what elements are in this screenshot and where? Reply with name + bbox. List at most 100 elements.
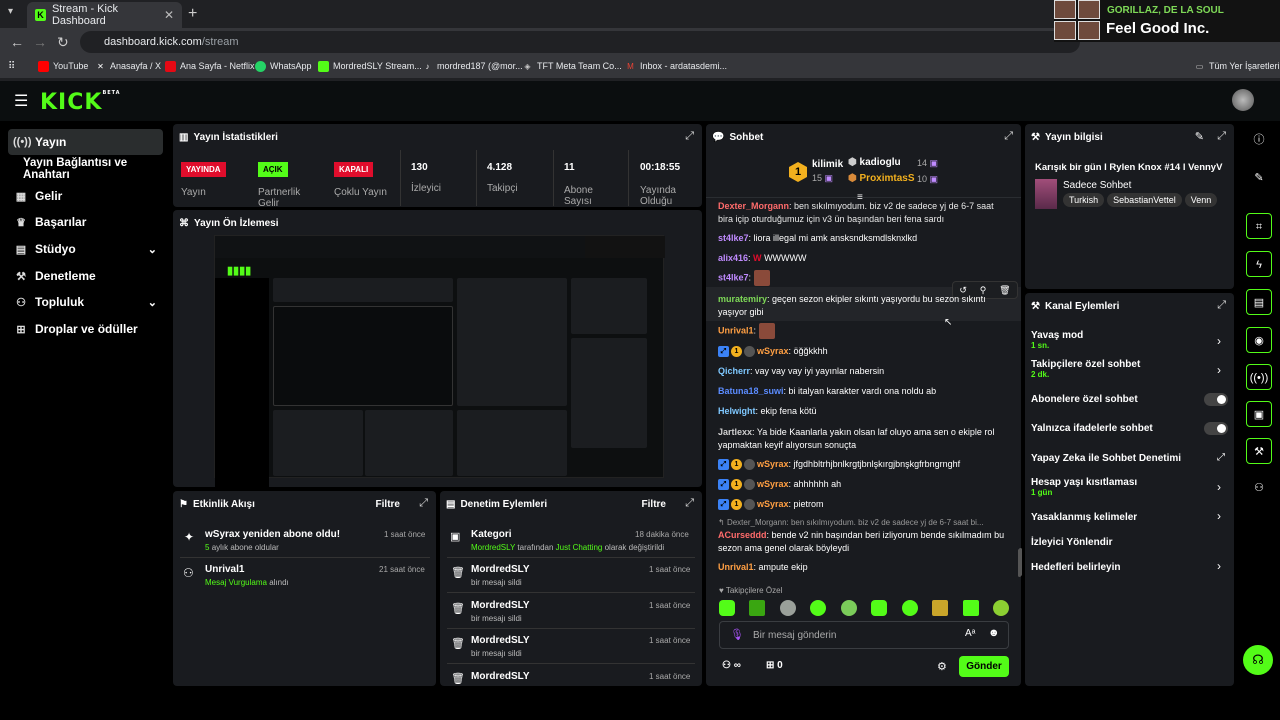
expand-icon[interactable]: ⤢ <box>685 497 694 510</box>
external-link-icon[interactable]: ⤢ <box>1217 452 1225 463</box>
forward-icon[interactable]: → <box>33 34 47 50</box>
bookmark-x[interactable]: ✕ Anasayfa / X <box>95 61 161 72</box>
wrench-icon[interactable]: ⚒ <box>1246 438 1272 464</box>
chat-username[interactable]: wSyrax <box>757 499 789 509</box>
community-icon[interactable]: ⚇ ∞ <box>722 660 741 671</box>
chevron-right-icon[interactable]: › <box>1217 363 1221 377</box>
browser-tab[interactable]: K Stream - Kick Dashboard ✕ <box>27 2 182 28</box>
action-followers-only[interactable]: Takipçilere özel sohbet 2 dk. <box>1031 359 1140 379</box>
emotes-only-toggle[interactable] <box>1204 422 1228 435</box>
gear-icon[interactable]: ⚙ <box>937 660 947 673</box>
tag[interactable]: SebastianVettel <box>1107 193 1182 207</box>
reload-icon[interactable]: ↻ <box>57 34 69 51</box>
emote-icon[interactable] <box>932 600 949 616</box>
sidebar-item-stream-key[interactable]: Yayın Bağlantısı ve Anahtarı <box>18 156 168 182</box>
edit-icon[interactable]: ✎ <box>1195 130 1204 143</box>
mod-tools-icon[interactable]: ▣ <box>1246 401 1272 427</box>
actions-scrollbar[interactable] <box>1019 548 1022 576</box>
action-banned-words[interactable]: Yasaklanmış kelimeler <box>1031 512 1137 523</box>
sidebar-item-topluluk[interactable]: ⚇ Topluluk ⌄ <box>8 289 163 315</box>
emote-icon[interactable] <box>719 600 735 616</box>
bookmark-youtube[interactable]: YouTube <box>38 61 88 73</box>
reply-preview[interactable]: ↰ Dexter_Morgann: ben sıkılmıyodum. biz … <box>718 518 1008 527</box>
action-account-age[interactable]: Hesap yaşı kısıtlaması 1 gün <box>1031 477 1137 497</box>
lightning-icon[interactable]: ϟ <box>1246 251 1272 277</box>
chat-username[interactable]: st4lke7 <box>718 233 749 243</box>
emote-icon[interactable] <box>749 600 766 616</box>
action-goals[interactable]: Hedefleri belirleyin <box>1031 562 1120 573</box>
chat-bubble-icon[interactable]: ◉ <box>1246 327 1272 353</box>
bookmarks-folder[interactable]: ▭ Tüm Yer İşaretleri <box>1194 61 1280 72</box>
expand-icon[interactable]: ⤢ <box>1217 299 1226 312</box>
chat-username[interactable]: Qicherr <box>718 366 750 376</box>
translate-icon[interactable]: Aᵃ <box>965 628 975 639</box>
sidebar-item-yayin[interactable]: ((•)) Yayın <box>8 129 163 155</box>
tab-search-icon[interactable]: ▾ <box>8 6 13 17</box>
chat-username[interactable]: Jartlexx <box>718 427 752 437</box>
url-field[interactable]: dashboard.kick.com/stream <box>80 31 1080 53</box>
back-icon[interactable]: ← <box>10 34 24 50</box>
chat-username[interactable]: Batuna18_suwi <box>718 386 784 396</box>
sidebar-item-studyo[interactable]: ▤ Stüdyo ⌄ <box>8 236 163 262</box>
close-tab-icon[interactable]: ✕ <box>164 8 174 22</box>
sidebar-item-droplar[interactable]: ⊞ Droplar ve ödüller <box>8 316 163 342</box>
chat-username[interactable]: wSyrax <box>757 459 789 469</box>
bookmark-mordredsly[interactable]: MordredSLY Stream... <box>318 61 422 73</box>
info-icon[interactable]: ⓘ <box>1246 127 1272 153</box>
emoji-icon[interactable]: ☻ <box>988 627 1000 639</box>
action-slow-mode[interactable]: Yavaş mod 1 sn. <box>1031 330 1083 350</box>
kick-logo[interactable]: KICKBETA <box>40 90 121 115</box>
microphone-icon[interactable]: 🎙 <box>730 628 744 641</box>
emote-icon[interactable] <box>992 600 1009 616</box>
gift-counter[interactable]: ⊞ 0 <box>766 660 783 671</box>
emote-icon[interactable] <box>871 600 888 616</box>
emote-icon[interactable] <box>840 600 857 616</box>
bookmark-tft[interactable]: ◈ TFT Meta Team Co... <box>522 61 621 72</box>
expand-icon[interactable]: ⤢ <box>1004 130 1013 143</box>
stream-preview-video[interactable]: ▮▮▮▮ <box>214 235 665 495</box>
clip-icon[interactable]: ⌗ <box>1246 213 1272 239</box>
expand-icon[interactable]: ⤢ <box>685 130 694 143</box>
bookmark-netflix[interactable]: Ana Sayfa - Netflix <box>165 61 255 73</box>
emote-icon[interactable] <box>810 600 827 616</box>
broadcast-icon[interactable]: ((•)) <box>1246 364 1272 390</box>
sidebar-item-denetleme[interactable]: ⚒ Denetleme <box>8 263 163 289</box>
tag[interactable]: Venn <box>1184 193 1218 207</box>
chat-username[interactable]: wSyrax <box>757 346 789 356</box>
emote-icon[interactable] <box>901 600 918 616</box>
chat-username[interactable]: Dexter_Morgann <box>718 201 789 211</box>
chat-input[interactable]: 🎙 Bir mesaj gönderin Aᵃ ☻ <box>719 621 1009 649</box>
expand-icon[interactable]: ⤢ <box>1217 130 1226 143</box>
chevron-right-icon[interactable]: › <box>1217 559 1221 573</box>
document-icon[interactable]: ▤ <box>1246 289 1272 315</box>
apps-grid-icon[interactable]: ⠿ <box>8 61 15 72</box>
sidebar-item-gelir[interactable]: ▦ Gelir <box>8 183 163 209</box>
avatar[interactable] <box>1232 89 1254 111</box>
support-icon[interactable]: ☊ <box>1243 645 1273 675</box>
chat-username[interactable]: Helwight <box>718 406 756 416</box>
moderation-filter-button[interactable]: Filtre <box>642 499 666 510</box>
category-name[interactable]: Sadece Sohbet <box>1063 180 1131 191</box>
chat-username[interactable]: Unrival1 <box>718 325 754 335</box>
edit-icon[interactable]: ✎ <box>1246 165 1272 191</box>
chevron-right-icon[interactable]: › <box>1217 480 1221 494</box>
activity-filter-button[interactable]: Filtre <box>376 499 400 510</box>
bookmark-whatsapp[interactable]: WhatsApp <box>255 61 312 73</box>
community-icon[interactable]: ⚇ <box>1246 475 1272 501</box>
chevron-right-icon[interactable]: › <box>1217 509 1221 523</box>
action-raid[interactable]: İzleyici Yönlendir <box>1031 537 1113 548</box>
action-ai-moderation[interactable]: Yapay Zeka ile Sohbet Denetimi <box>1031 453 1181 464</box>
subscribers-only-toggle[interactable] <box>1204 393 1228 406</box>
bookmark-tiktok[interactable]: ♪ mordred187 (@mor... <box>422 61 523 72</box>
chat-username[interactable]: wSyrax <box>757 479 789 489</box>
tag[interactable]: Turkish <box>1063 193 1105 207</box>
bookmark-gmail[interactable]: M Inbox - ardatasdemi... <box>625 61 727 72</box>
chevron-right-icon[interactable]: › <box>1217 334 1221 348</box>
chat-username[interactable]: muratemiry <box>718 294 767 304</box>
new-tab-icon[interactable]: + <box>188 5 197 23</box>
chat-username[interactable]: Unrival1 <box>718 562 754 572</box>
chat-username[interactable]: ACurseddd <box>718 530 767 540</box>
send-button[interactable]: Gönder <box>959 656 1009 677</box>
chat-username[interactable]: alix416 <box>718 253 748 263</box>
menu-icon[interactable]: ☰ <box>14 91 28 111</box>
